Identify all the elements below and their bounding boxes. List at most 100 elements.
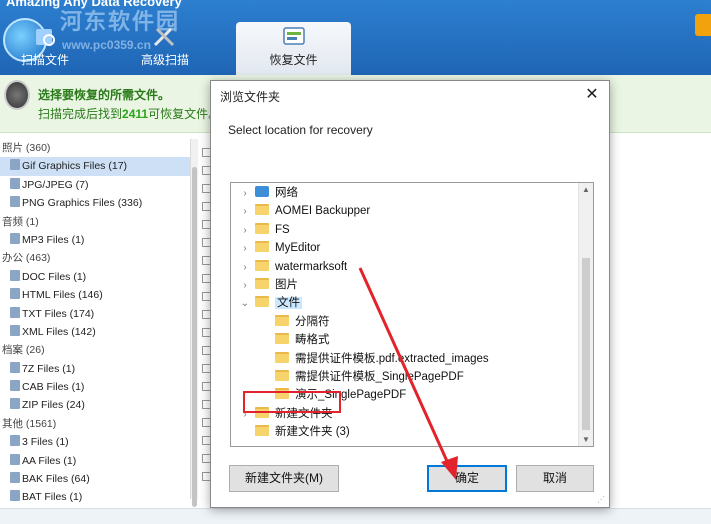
tree-scrollbar[interactable]: ▲ ▼: [578, 183, 593, 446]
chevron-down-icon[interactable]: ⌄: [239, 295, 251, 313]
ok-button[interactable]: 确定: [427, 465, 507, 492]
tab-advanced-scan[interactable]: 高级扫描: [110, 22, 220, 75]
folder-label: watermarksoft: [275, 260, 348, 273]
folder-icon: [275, 370, 289, 381]
folder-icon: [255, 425, 269, 437]
file-type-item[interactable]: Gif Graphics Files (17): [0, 157, 190, 176]
list-item-label: PNG Graphics Files (336): [22, 197, 143, 210]
folder-label: MyEditor: [275, 242, 321, 255]
list-item-label: DOC Files (1): [22, 270, 87, 283]
category-item[interactable]: 照片 (360): [0, 139, 190, 157]
scroll-up-icon[interactable]: ▲: [582, 185, 590, 194]
dialog-title: 浏览文件夹: [220, 90, 281, 104]
chevron-right-icon[interactable]: ›: [239, 277, 251, 295]
file-type-item[interactable]: ZIP Files (24): [0, 396, 190, 414]
file-type-item[interactable]: BAK Files (64): [0, 470, 190, 488]
file-type-item[interactable]: TXT Files (174): [0, 305, 190, 323]
list-item-label: ZIP Files (24): [22, 399, 85, 412]
status-strip: [0, 508, 711, 524]
folder-tree-node[interactable]: › 网络: [239, 184, 298, 202]
left-scrollbar[interactable]: [190, 139, 198, 507]
folder-label: 需提供证件模板.pdf.extracted_images: [295, 352, 489, 365]
folder-tree-node[interactable]: ⌄ 文件: [239, 294, 302, 312]
folder-tree-node[interactable]: 畴格式: [259, 331, 330, 349]
chevron-right-icon[interactable]: ›: [239, 259, 251, 277]
scan-icon: [36, 29, 55, 46]
dialog-description: Select location for recovery: [228, 123, 373, 137]
left-scrollbar-thumb[interactable]: [192, 167, 197, 507]
folder-tree-node[interactable]: › 图片: [239, 276, 298, 294]
category-item[interactable]: 音频 (1): [0, 213, 190, 231]
chevron-right-icon[interactable]: ›: [239, 185, 251, 203]
file-type-icon: [10, 159, 20, 171]
file-type-item[interactable]: 3 Files (1): [0, 433, 190, 451]
folder-tree-node[interactable]: › MyEditor: [239, 239, 320, 257]
folder-tree: ▲ ▼ › 网络 › AOMEI Backupper › FS › MyEditor › wate…: [230, 182, 594, 447]
category-item[interactable]: 档案 (26): [0, 341, 190, 359]
file-type-icon: [10, 177, 20, 189]
file-type-icon: [10, 269, 20, 281]
folder-tree-node[interactable]: › AOMEI Backupper: [239, 202, 370, 220]
folder-tree-node[interactable]: › watermarksoft: [239, 258, 347, 276]
info-prefix: 扫描完成后找到: [38, 107, 123, 121]
folder-tree-node[interactable]: 需提供证件模板_SinglePagePDF: [259, 368, 464, 386]
file-type-icon: [10, 361, 20, 373]
tab-recover-files-label: 恢复文件: [269, 53, 318, 67]
tab-scan-files[interactable]: 扫描文件: [0, 22, 90, 75]
app-header: Amazing Any Data Recovery 河东软件园 www.pc03…: [0, 0, 711, 75]
home-icon[interactable]: [695, 14, 711, 36]
file-type-item[interactable]: JPG/JPEG (7): [0, 176, 190, 194]
tab-recover-files[interactable]: 恢复文件: [236, 22, 351, 75]
list-item-label: 3 Files (1): [22, 436, 69, 449]
tab-advanced-scan-label: 高级扫描: [140, 53, 189, 67]
scroll-down-icon[interactable]: ▼: [582, 435, 590, 444]
chevron-right-icon[interactable]: ›: [239, 203, 251, 221]
new-folder-button[interactable]: 新建文件夹(M): [229, 465, 339, 492]
file-type-item[interactable]: 7Z Files (1): [0, 360, 190, 378]
folder-label: 畴格式: [295, 334, 330, 347]
file-type-item[interactable]: HTML Files (146): [0, 286, 190, 304]
cancel-button[interactable]: 取消: [516, 465, 594, 492]
chevron-right-icon[interactable]: ›: [239, 240, 251, 258]
list-item-label: 音频 (1): [2, 215, 39, 228]
folder-tree-node[interactable]: 需提供证件模板.pdf.extracted_images: [259, 350, 489, 368]
file-type-icon: [10, 196, 20, 208]
list-item-label: TXT Files (174): [22, 307, 95, 320]
list-item-label: Gif Graphics Files (17): [22, 160, 128, 173]
browse-folder-dialog: 浏览文件夹 ✕ Select location for recovery ▲ ▼…: [210, 80, 610, 508]
file-type-item[interactable]: AA Files (1): [0, 452, 190, 470]
list-item-label: MP3 Files (1): [22, 233, 85, 246]
info-scan-result: 扫描完成后找到2411可恢复文件。: [38, 105, 220, 122]
chevron-right-icon[interactable]: ›: [239, 222, 251, 240]
folder-icon: [255, 259, 269, 271]
file-type-icon: [10, 324, 20, 336]
category-item[interactable]: 办公 (463): [0, 249, 190, 267]
tree-scrollbar-thumb[interactable]: [582, 258, 590, 430]
folder-icon: [275, 333, 289, 345]
resize-grip-icon[interactable]: ⋰: [597, 495, 607, 505]
file-type-item[interactable]: XML Files (142): [0, 323, 190, 341]
folder-icon: [255, 296, 269, 308]
folder-tree-node[interactable]: › FS: [239, 221, 290, 239]
folder-icon: [255, 204, 269, 216]
folder-label: 文件: [275, 297, 302, 310]
file-type-item[interactable]: CAB Files (1): [0, 378, 190, 396]
file-type-item[interactable]: MP3 Files (1): [0, 231, 190, 249]
file-type-icon: [10, 398, 20, 410]
file-type-list: 照片 (360) Gif Graphics Files (17) JPG/JPEG …: [0, 139, 190, 524]
file-type-item[interactable]: BAT Files (1): [0, 488, 190, 506]
folder-icon: [255, 222, 269, 234]
close-icon[interactable]: ✕: [579, 84, 605, 106]
folder-tree-node[interactable]: 新建文件夹 (3): [239, 423, 350, 441]
file-type-item[interactable]: PNG Graphics Files (336): [0, 194, 190, 212]
file-type-item[interactable]: DOC Files (1): [0, 268, 190, 286]
tab-scan-files-label: 扫描文件: [20, 53, 69, 67]
category-item[interactable]: 其他 (1561): [0, 415, 190, 433]
folder-label: FS: [275, 223, 290, 236]
recover-files-icon: [282, 27, 305, 45]
folder-tree-node[interactable]: 分隔符: [259, 313, 330, 331]
folder-label: AOMEI Backupper: [275, 205, 371, 218]
folder-label: 分隔符: [295, 315, 330, 328]
file-type-icon: [10, 380, 20, 392]
list-item-label: 其他 (1561): [2, 417, 57, 430]
